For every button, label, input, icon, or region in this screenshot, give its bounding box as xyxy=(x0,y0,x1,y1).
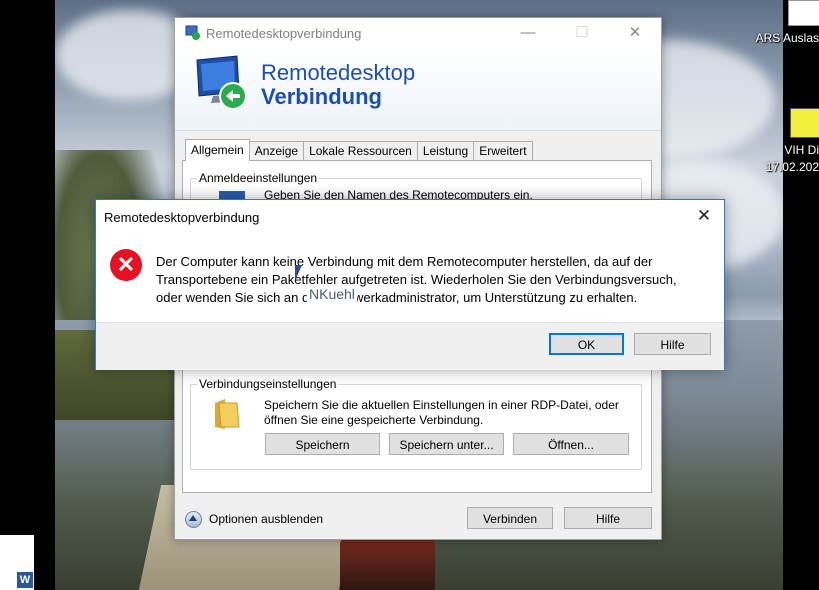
boat xyxy=(340,538,435,590)
tab-allgemein[interactable]: Allgemein xyxy=(185,139,250,161)
banner-title-line2: Verbindung xyxy=(261,84,382,109)
error-icon: ✕ xyxy=(110,249,142,281)
header-banner: Remotedesktop Verbindung xyxy=(175,48,661,131)
desktop-file-thumbnail[interactable] xyxy=(788,0,819,26)
error-dialog: Remotedesktopverbindung ✕ ✕ Der Computer… xyxy=(95,199,725,370)
error-message-line: Transportebene ein Paketfehler aufgetret… xyxy=(156,272,677,287)
dialog-button-bar: OK Hilfe xyxy=(96,322,724,370)
desktop-icon-label[interactable]: VIH Di xyxy=(784,143,819,157)
remote-desktop-icon xyxy=(185,25,200,40)
word-icon: W xyxy=(17,572,33,588)
ok-button[interactable]: OK xyxy=(549,333,624,355)
desktop-icon-label[interactable]: ARS Auslas xyxy=(756,31,819,45)
help-button[interactable]: Hilfe xyxy=(564,507,652,529)
dialog-help-button[interactable]: Hilfe xyxy=(634,333,711,355)
connection-text-line: öffnen Sie eine gespeicherte Verbindung. xyxy=(264,413,484,427)
tab-leistung[interactable]: Leistung xyxy=(416,141,475,161)
save-as-button[interactable]: Speichern unter... xyxy=(389,433,504,455)
connection-settings-title: Verbindungseinstellungen xyxy=(197,377,339,391)
username-overlay: NKuehl xyxy=(307,286,357,302)
minimize-button[interactable]: — xyxy=(518,24,538,42)
connection-text-line: Speichern Sie die aktuellen Einstellunge… xyxy=(264,398,619,412)
dialog-title: Remotedesktopverbindung xyxy=(104,210,260,225)
connect-button[interactable]: Verbinden xyxy=(467,507,553,529)
connection-settings-group: Verbindungseinstellungen Speichern Sie d… xyxy=(190,377,642,470)
tab-lokale-ressourcen[interactable]: Lokale Ressourcen xyxy=(303,141,418,161)
hide-options-label[interactable]: Optionen ausblenden xyxy=(209,512,323,526)
error-message-line: oder wenden Sie sich an den Netzwerkadmi… xyxy=(156,290,638,305)
error-message: Der Computer kann keine Verbindung mit d… xyxy=(156,253,677,307)
desktop-file-thumbnail[interactable] xyxy=(790,108,819,138)
open-button[interactable]: Öffnen... xyxy=(513,433,629,455)
hide-options-toggle-icon[interactable] xyxy=(185,511,202,528)
window-title: Remotedesktopverbindung xyxy=(206,26,362,41)
dialog-close-button[interactable]: ✕ xyxy=(696,206,712,226)
error-message-line: Der Computer kann keine Verbindung mit d… xyxy=(156,254,653,269)
tab-anzeige[interactable]: Anzeige xyxy=(248,141,305,161)
tab-erweitert[interactable]: Erweitert xyxy=(473,141,533,161)
chevron-up-icon xyxy=(189,515,197,521)
mouse-cursor-icon xyxy=(295,265,302,281)
save-button[interactable]: Speichern xyxy=(265,433,380,455)
folder-icon xyxy=(215,399,240,429)
banner-title-line1: Remotedesktop xyxy=(261,60,416,85)
maximize-button[interactable]: ☐ xyxy=(572,24,592,42)
close-button[interactable]: ✕ xyxy=(625,24,645,42)
window-titlebar[interactable]: Remotedesktopverbindung — ☐ ✕ xyxy=(175,18,661,48)
tab-bar: Allgemein Anzeige Lokale Ressourcen Leis… xyxy=(185,139,533,161)
login-settings-title: Anmeldeeinstellungen xyxy=(197,171,320,185)
desktop-icon-label[interactable]: 17.02.202 xyxy=(766,160,819,174)
connection-settings-text: Speichern Sie die aktuellen Einstellunge… xyxy=(264,398,619,428)
remote-desktop-logo-icon xyxy=(196,55,247,110)
